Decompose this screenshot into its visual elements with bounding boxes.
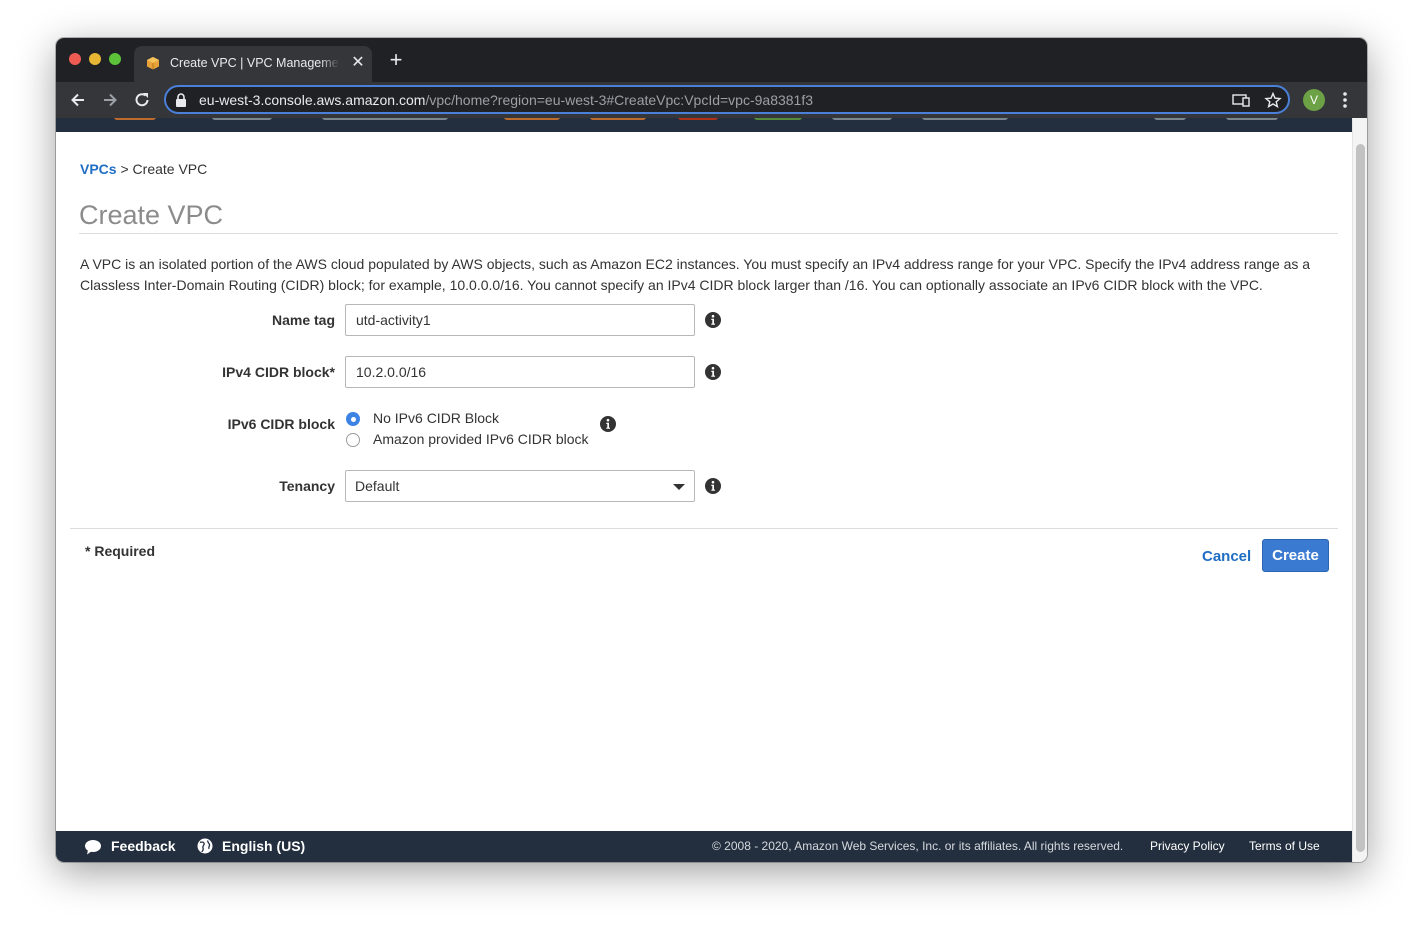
region-menu[interactable] bbox=[1154, 118, 1186, 120]
browser-tab[interactable]: Create VPC | VPC Management Console ✕ bbox=[134, 46, 372, 82]
feedback-link[interactable]: Feedback bbox=[111, 838, 176, 854]
breadcrumb-current: Create VPC bbox=[132, 161, 208, 177]
globe-icon[interactable] bbox=[197, 838, 213, 854]
url-host: eu-west-3.console.aws.amazon.com bbox=[199, 92, 426, 108]
radio-unselected[interactable] bbox=[346, 433, 360, 447]
tenancy-select[interactable]: Default bbox=[345, 470, 695, 502]
tab-strip: Create VPC | VPC Management Console ✕ + bbox=[56, 38, 1367, 82]
lock-icon[interactable] bbox=[175, 93, 187, 107]
page-title: Create VPC bbox=[79, 200, 224, 230]
support-menu[interactable] bbox=[1226, 118, 1278, 120]
minimize-window-button[interactable] bbox=[89, 53, 101, 65]
forward-arrow-icon[interactable] bbox=[100, 90, 120, 110]
ec2-shortcut[interactable] bbox=[590, 118, 646, 120]
console-footer: Feedback English (US) © 2008 - 2020, Ama… bbox=[56, 831, 1352, 862]
new-tab-button[interactable]: + bbox=[386, 49, 406, 71]
required-note: * Required bbox=[85, 543, 156, 559]
aws-logo[interactable] bbox=[114, 118, 156, 120]
star-icon[interactable] bbox=[1264, 92, 1282, 108]
form-divider bbox=[70, 528, 1338, 529]
radio-label: Amazon provided IPv6 CIDR block bbox=[373, 431, 589, 447]
privacy-policy-link[interactable]: Privacy Policy bbox=[1150, 839, 1225, 853]
aws-console-nav-bar bbox=[56, 118, 1352, 132]
tab-title: Create VPC | VPC Management Console bbox=[170, 56, 340, 70]
cancel-button[interactable]: Cancel bbox=[1202, 548, 1251, 565]
aws-favicon-icon bbox=[147, 57, 159, 70]
ipv4-cidr-label: IPv4 CIDR block* bbox=[222, 364, 335, 380]
browser-window: Create VPC | VPC Management Console ✕ + … bbox=[56, 38, 1367, 862]
scrollbar-thumb[interactable] bbox=[1356, 144, 1365, 852]
name-tag-input[interactable] bbox=[345, 304, 695, 336]
page-content: VPCs > Create VPC Create VPC A VPC is an… bbox=[56, 118, 1352, 862]
page-scrollbar[interactable] bbox=[1352, 118, 1367, 862]
services-menu[interactable] bbox=[212, 118, 272, 120]
radio-label: No IPv6 CIDR Block bbox=[373, 410, 500, 426]
chevron-down-icon bbox=[673, 484, 685, 490]
create-button[interactable]: Create bbox=[1262, 539, 1329, 572]
breadcrumb: VPCs > Create VPC bbox=[80, 161, 207, 177]
maximize-window-button[interactable] bbox=[109, 53, 121, 65]
copyright-text: © 2008 - 2020, Amazon Web Services, Inc.… bbox=[712, 839, 1124, 853]
browser-toolbar: eu-west-3.console.aws.amazon.com/vpc/hom… bbox=[56, 82, 1367, 118]
ipv4-cidr-input[interactable] bbox=[345, 356, 695, 388]
info-icon[interactable] bbox=[705, 364, 721, 380]
s3-shortcut[interactable] bbox=[678, 118, 718, 120]
name-tag-label: Name tag bbox=[271, 312, 335, 328]
radio-selected[interactable] bbox=[346, 412, 360, 426]
url-path: /vpc/home?region=eu-west-3#CreateVpc:Vpc… bbox=[425, 92, 814, 108]
vpc-shortcut[interactable] bbox=[504, 118, 560, 120]
terms-of-use-link[interactable]: Terms of Use bbox=[1249, 839, 1320, 853]
title-divider bbox=[79, 233, 1338, 234]
trail-shortcut[interactable] bbox=[754, 118, 802, 120]
tenancy-selected-value: Default bbox=[355, 478, 400, 494]
resource-groups-menu[interactable] bbox=[322, 118, 448, 120]
url-text[interactable]: eu-west-3.console.aws.amazon.com/vpc/hom… bbox=[199, 92, 813, 108]
tenancy-label: Tenancy bbox=[279, 478, 335, 494]
ipv6-cidr-label: IPv6 CIDR block bbox=[227, 416, 335, 432]
menu-dots-icon[interactable] bbox=[1339, 90, 1351, 110]
reload-icon[interactable] bbox=[132, 90, 152, 110]
language-selector[interactable]: English (US) bbox=[222, 838, 305, 854]
page-description: A VPC is an isolated portion of the AWS … bbox=[80, 256, 1311, 293]
close-tab-icon[interactable]: ✕ bbox=[350, 55, 366, 71]
nav-icons[interactable] bbox=[832, 118, 892, 120]
info-icon[interactable] bbox=[705, 312, 721, 328]
address-bar[interactable]: eu-west-3.console.aws.amazon.com/vpc/hom… bbox=[164, 85, 1290, 114]
breadcrumb-separator: > bbox=[120, 161, 129, 177]
info-icon[interactable] bbox=[600, 416, 616, 432]
profile-avatar[interactable]: V bbox=[1303, 89, 1325, 111]
breadcrumb-vpcs-link[interactable]: VPCs bbox=[80, 161, 117, 177]
close-window-button[interactable] bbox=[69, 53, 81, 65]
info-icon[interactable] bbox=[705, 478, 721, 494]
feedback-bubble-icon[interactable] bbox=[84, 839, 102, 855]
cast-icon[interactable] bbox=[1232, 92, 1250, 108]
account-menu[interactable] bbox=[922, 118, 1008, 120]
back-arrow-icon[interactable] bbox=[68, 90, 88, 110]
